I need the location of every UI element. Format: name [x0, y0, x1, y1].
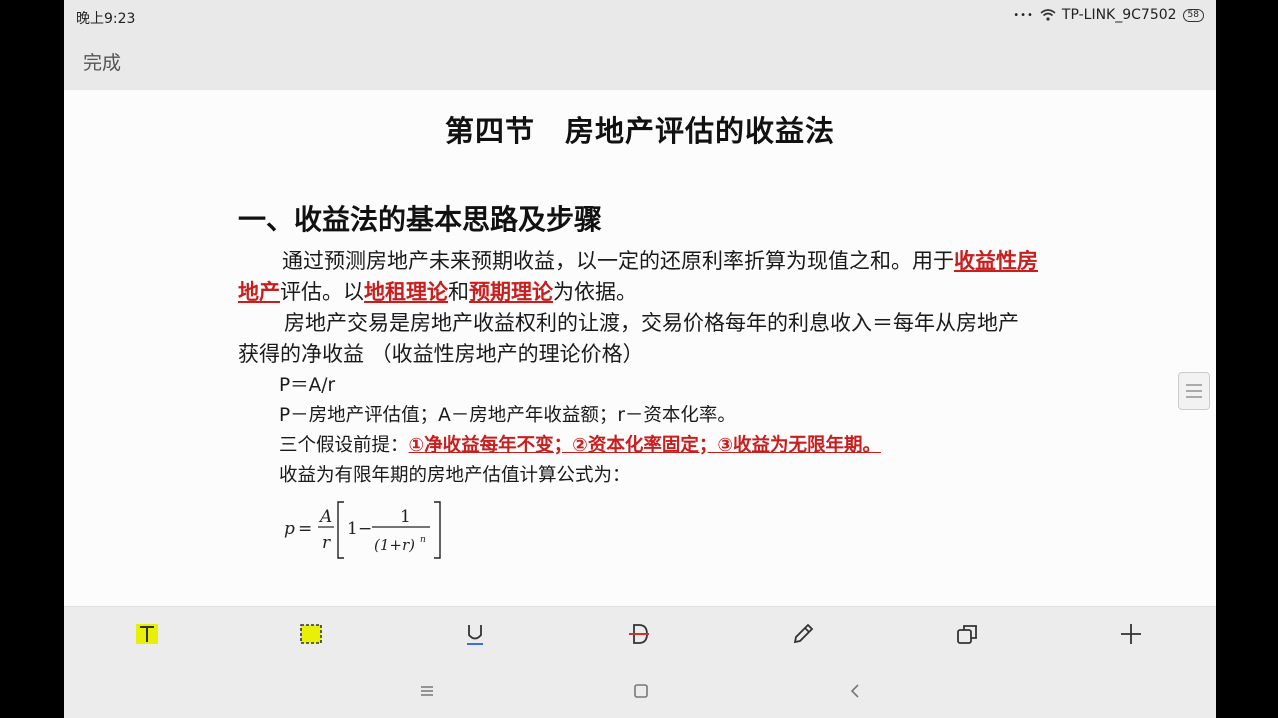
assumptions-label: 三个假设前提：: [279, 435, 409, 456]
scroll-handle[interactable]: [1178, 372, 1210, 410]
top-bar: 完成: [64, 32, 1216, 90]
add-tool-icon[interactable]: [1118, 621, 1144, 647]
select-tool-icon[interactable]: [298, 621, 324, 647]
document-title: 第四节 房地产评估的收益法: [444, 114, 835, 148]
status-bar: 晚上9:23 ••• TP-LINK_9C7502 58: [64, 0, 1216, 32]
paragraph-transaction: 房地产交易是房地产收益权利的让渡，交易价格每年的利息收入＝每年从房地产获得的净收…: [238, 311, 1019, 366]
text-tool-icon[interactable]: [134, 621, 160, 647]
definitions-line: P－房地产评估值；A－房地产年收益额；r－资本化率。: [279, 405, 736, 426]
done-button[interactable]: 完成: [83, 48, 121, 75]
formula-exponent: n: [420, 535, 426, 545]
status-time: 晚上9:23: [76, 11, 136, 27]
section-heading: 一、收益法的基本思路及步骤: [238, 203, 603, 236]
copy-tool-icon[interactable]: [954, 621, 980, 647]
formula-A: A: [318, 507, 332, 527]
formula-one: 1: [347, 519, 358, 539]
underline-tool-icon[interactable]: [462, 621, 488, 647]
wifi-icon: [1040, 9, 1056, 21]
status-right: ••• TP-LINK_9C7502 58: [1013, 7, 1204, 23]
network-name: TP-LINK_9C7502: [1061, 7, 1177, 23]
formula-eq: =: [298, 519, 312, 539]
assumptions-line: 三个假设前提：①净收益每年不变；②资本化率固定；③收益为无限年期。: [279, 431, 881, 457]
screen: 晚上9:23 ••• TP-LINK_9C7502 58 完成 第四节 房地产评…: [64, 0, 1216, 718]
strikethrough-tool-icon[interactable]: [626, 621, 652, 647]
battery-icon: 58: [1182, 8, 1204, 22]
annotation-toolbar: [64, 606, 1216, 663]
para1-text-3: 和: [448, 280, 469, 304]
formula-numerator: 1: [400, 507, 411, 527]
para1-text-4: 为依据。: [553, 280, 637, 304]
formula-p: p: [284, 519, 295, 539]
navigation-bar: [64, 662, 1216, 718]
menu-icon[interactable]: [416, 680, 438, 702]
home-icon[interactable]: [630, 680, 652, 702]
para1-text-2: 评估。以: [280, 280, 364, 304]
highlight-expectation-theory: 预期理论: [469, 280, 553, 304]
pencil-tool-icon[interactable]: [790, 621, 816, 647]
assumptions-highlight: ①净收益每年不变；②资本化率固定；③收益为无限年期。: [408, 435, 882, 456]
formula-denominator: (1+r): [374, 536, 415, 554]
paragraph-intro: 通过预测房地产未来预期收益，以一定的还原利率折算为现值之和。用于收益性房地产评估…: [238, 246, 1038, 308]
document-page[interactable]: 第四节 房地产评估的收益法 一、收益法的基本思路及步骤 通过预测房地产未来预期收…: [64, 90, 1216, 606]
finite-formula-image: p = A r 1 − 1 (1+r) n: [284, 501, 441, 559]
formula-r: r: [322, 533, 331, 553]
para1-text-1: 通过预测房地产未来预期收益，以一定的还原利率折算为现值之和。用于: [282, 249, 954, 273]
formula-line: P＝A/r: [279, 375, 336, 396]
more-dots-icon: •••: [1013, 9, 1034, 21]
highlight-rent-theory: 地租理论: [364, 280, 448, 304]
back-icon[interactable]: [844, 680, 866, 702]
finite-label: 收益为有限年期的房地产估值计算公式为：: [279, 465, 631, 486]
formula-minus: −: [358, 519, 372, 539]
